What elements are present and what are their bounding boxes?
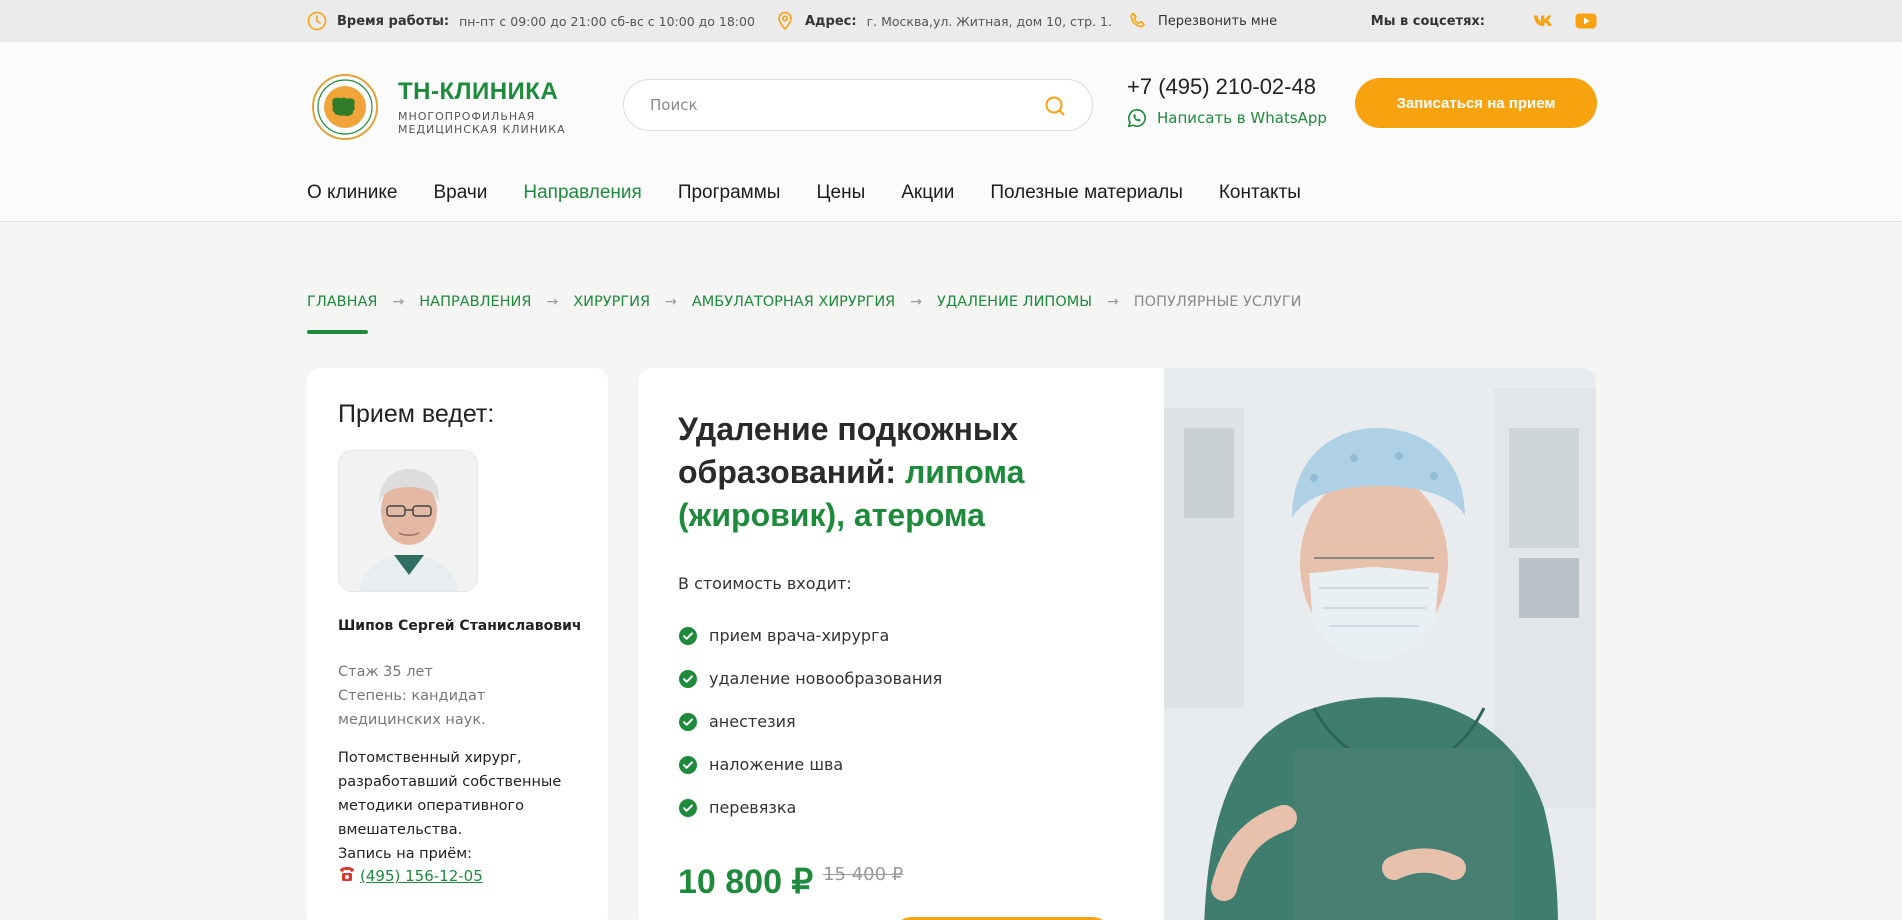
- callback-label: Перезвонить мне: [1158, 13, 1278, 29]
- doctor-photo[interactable]: [338, 450, 478, 592]
- nav-useful-materials[interactable]: Полезные материалы: [990, 182, 1183, 204]
- whatsapp-link[interactable]: Написать в WhatsApp: [1127, 108, 1327, 128]
- callback-link[interactable]: Перезвонить мне: [1128, 0, 1277, 42]
- breadcrumb-current: Популярные услуги: [1133, 294, 1302, 310]
- arrow-right-icon: →: [546, 294, 559, 310]
- address-value: г. Москва,ул. Житная, дом 10, стр. 1.: [866, 13, 1112, 29]
- doctor-card: Прием ведет: Шипов Сергей Станиславович …: [307, 368, 608, 920]
- breadcrumb-directions[interactable]: Направления: [419, 294, 531, 310]
- clock-icon: [307, 11, 327, 31]
- arrow-right-icon: →: [392, 294, 405, 310]
- header-phone[interactable]: +7 (495) 210-02-48: [1127, 74, 1316, 100]
- list-item-label: прием врача-хирурга: [709, 626, 890, 645]
- check-circle-icon: [678, 798, 698, 818]
- includes-label: В стоимость входит:: [678, 574, 852, 593]
- doctor-card-title: Прием ведет:: [338, 400, 495, 428]
- whatsapp-icon: [1127, 108, 1147, 128]
- address: Адрес: г. Москва,ул. Житная, дом 10, стр…: [775, 0, 1112, 42]
- arrow-right-icon: →: [1107, 294, 1119, 310]
- arrow-right-icon: →: [665, 294, 677, 310]
- check-circle-icon: [678, 626, 698, 646]
- nav-contacts[interactable]: Контакты: [1219, 182, 1301, 204]
- location-pin-icon: [775, 11, 795, 31]
- list-item-label: анестезия: [709, 712, 796, 731]
- list-item-label: удаление новообразования: [709, 669, 943, 688]
- old-price: 15 400 ₽: [823, 864, 904, 885]
- included-items-list: прием врача-хирурга удаление новообразов…: [678, 614, 942, 829]
- social-links: Мы в соцсетях:: [1371, 0, 1597, 42]
- logo-emblem: [312, 74, 378, 140]
- current-price: 10 800 ₽: [678, 863, 814, 901]
- nav-prices[interactable]: Цены: [816, 182, 865, 204]
- working-hours: Время работы: пн-пт с 09:00 до 21:00 сб-…: [307, 0, 755, 42]
- book-appointment-button[interactable]: Записаться на прием: [1355, 78, 1597, 128]
- main-nav: О клинике Врачи Направления Программы Це…: [307, 182, 1337, 204]
- list-item: удаление новообразования: [678, 657, 942, 700]
- doctor-name: Шипов Сергей Станиславович: [338, 618, 582, 634]
- clinic-logo[interactable]: ТН-КЛИНИКА многопрофильная медицинская к…: [312, 74, 566, 140]
- list-item: наложение шва: [678, 743, 942, 786]
- service-title: Удаление подкожных образований: липома (…: [678, 408, 1058, 537]
- service-card: Удаление подкожных образований: липома (…: [638, 368, 1596, 920]
- doctor-description: Потомственный хирург, разработавший собс…: [338, 750, 562, 838]
- site-header: ТН-КЛИНИКА многопрофильная медицинская к…: [0, 42, 1902, 222]
- search-box: [623, 79, 1093, 131]
- doctor-degree: Степень: кандидат медицинских наук.: [338, 688, 486, 728]
- breadcrumb: Главная → Направления → Хирургия → Амбул…: [307, 294, 1301, 310]
- nav-promotions[interactable]: Акции: [901, 182, 954, 204]
- breadcrumb-surgery[interactable]: Хирургия: [573, 294, 650, 310]
- breadcrumb-lipoma-removal[interactable]: Удаление липомы: [937, 294, 1092, 310]
- phone-icon: [1128, 11, 1148, 31]
- hours-value: пн-пт с 09:00 до 21:00 сб-вс с 10:00 до …: [459, 13, 755, 29]
- youtube-icon[interactable]: [1575, 13, 1597, 29]
- breadcrumb-home[interactable]: Главная: [307, 294, 378, 310]
- check-circle-icon: [678, 755, 698, 775]
- list-item: прием врача-хирурга: [678, 614, 942, 657]
- surgeon-photo: [1164, 368, 1596, 920]
- doctor-description-block: Потомственный хирург, разработавший собс…: [338, 746, 583, 866]
- doctor-meta: Стаж 35 лет Степень: кандидат медицински…: [338, 660, 578, 732]
- list-item: перевязка: [678, 786, 942, 829]
- telephone-icon: [338, 865, 356, 887]
- price-block: 10 800 ₽ 15 400 ₽: [678, 862, 903, 902]
- social-label: Мы в соцсетях:: [1370, 13, 1485, 29]
- doctor-experience: Стаж 35 лет: [338, 664, 433, 680]
- address-label: Адрес:: [805, 13, 857, 29]
- nav-doctors[interactable]: Врачи: [433, 182, 487, 204]
- logo-subtitle-1: многопрофильная: [398, 110, 536, 123]
- whatsapp-label: Написать в WhatsApp: [1157, 109, 1327, 127]
- list-item: анестезия: [678, 700, 942, 743]
- doctor-phone-row: (495) 156-12-05: [338, 865, 483, 887]
- top-info-bar: Время работы: пн-пт с 09:00 до 21:00 сб-…: [0, 0, 1902, 42]
- nav-about[interactable]: О клинике: [307, 182, 397, 204]
- booking-label: Запись на приём:: [338, 846, 473, 862]
- doctor-phone-link[interactable]: (495) 156-12-05: [360, 867, 483, 885]
- logo-name: ТН-КЛИНИКА: [398, 78, 559, 105]
- check-circle-icon: [678, 669, 698, 689]
- breadcrumb-outpatient-surgery[interactable]: Амбулаторная хирургия: [692, 294, 895, 310]
- arrow-right-icon: →: [910, 294, 922, 310]
- breadcrumb-underline: [307, 330, 368, 334]
- vk-icon[interactable]: [1533, 14, 1555, 28]
- nav-programs[interactable]: Программы: [678, 182, 781, 204]
- hours-label: Время работы:: [337, 13, 450, 29]
- search-icon[interactable]: [1044, 95, 1066, 117]
- list-item-label: перевязка: [709, 798, 797, 817]
- logo-subtitle-2: медицинская клиника: [398, 123, 566, 136]
- list-item-label: наложение шва: [709, 755, 844, 774]
- search-input[interactable]: [650, 80, 1030, 130]
- check-circle-icon: [678, 712, 698, 732]
- nav-directions[interactable]: Направления: [523, 182, 641, 204]
